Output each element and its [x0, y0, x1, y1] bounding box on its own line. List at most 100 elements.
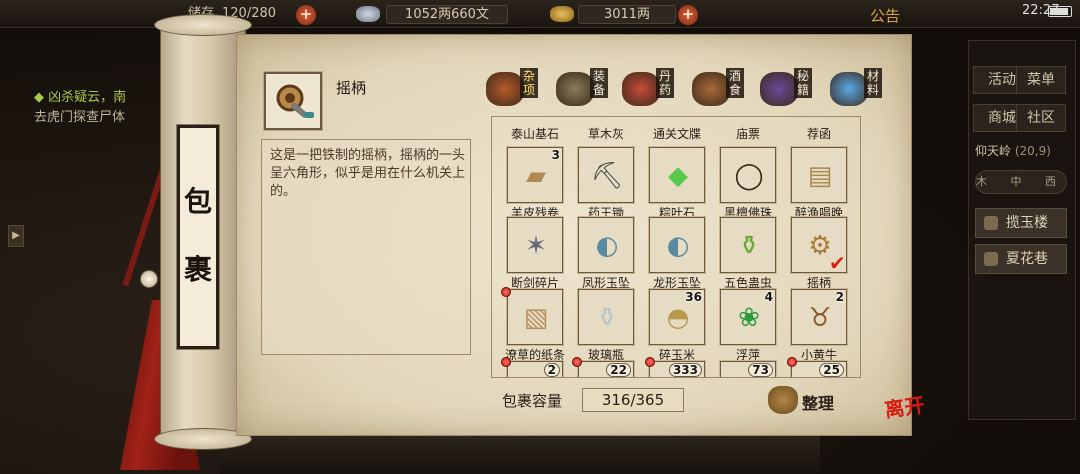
- category-label: 丹药: [656, 68, 674, 98]
- item-count: 3: [551, 148, 560, 162]
- new-item-dot: [787, 357, 797, 367]
- item-count: 22: [606, 363, 631, 377]
- new-item-dot: [501, 357, 511, 367]
- item-count: 73: [748, 363, 773, 377]
- item-slot[interactable]: ▤: [790, 146, 848, 204]
- scroll-roller-top: [154, 14, 252, 36]
- item-grid[interactable]: 泰山基石 草木灰 通关文牒 庙票 荐函 ▰ 3 羊皮残卷 ⛏ 药王锄 ◆ 粽叶石 ◯ 黑檀佛珠 ▤ 醉渔唱晚 ✶…: [491, 116, 861, 378]
- item-slot[interactable]: ⛏: [577, 146, 635, 204]
- place-button-2[interactable]: 夏花巷: [975, 244, 1067, 274]
- leave-button[interactable]: 离开: [883, 392, 932, 441]
- inventory-title-tag: 包 裹: [176, 124, 220, 350]
- gold-amount: 3011两: [578, 5, 676, 24]
- bead: [140, 270, 158, 288]
- quest-tracker[interactable]: ◆ 凶杀疑云，南 去虎门探查尸体: [34, 88, 126, 128]
- silver-amount: 1052两660文: [386, 5, 508, 24]
- item-slot[interactable]: 2: [506, 360, 564, 377]
- selected-item-portrait: [263, 71, 323, 131]
- leave-label: 离开: [883, 392, 926, 423]
- new-item-dot: [572, 357, 582, 367]
- battery-icon: [1048, 6, 1072, 17]
- category-tab-2[interactable]: 装备: [556, 68, 624, 110]
- weapon-icon: [556, 72, 594, 106]
- beads-icon: ◯: [734, 161, 764, 191]
- item-slot[interactable]: ◓ 36: [648, 288, 706, 346]
- paper-icon: ▧: [523, 303, 549, 333]
- jade-pendant-icon: ◐: [666, 231, 690, 261]
- item-slot[interactable]: ◆: [648, 146, 706, 204]
- sort-button[interactable]: 整理: [802, 390, 834, 414]
- category-label: 材料: [864, 68, 882, 98]
- new-item-dot: [501, 287, 511, 297]
- shards-icon: ✶: [525, 231, 547, 261]
- item-slot[interactable]: 73: [719, 360, 777, 377]
- item-slot[interactable]: ◐: [577, 216, 635, 274]
- category-label: 杂项: [520, 68, 538, 98]
- item-slot[interactable]: ▧: [506, 288, 564, 346]
- item-slot[interactable]: ◐: [648, 216, 706, 274]
- location-name: 仰天岭: [975, 144, 1012, 158]
- item-slot[interactable]: ⚱: [577, 288, 635, 346]
- storage-add-button[interactable]: +: [296, 5, 316, 25]
- silver-icon: [356, 6, 380, 22]
- pills-icon: [622, 72, 660, 106]
- capacity-value: 316/365: [582, 388, 684, 412]
- green-stone-icon: ◆: [668, 161, 688, 191]
- category-label: 酒食: [726, 68, 744, 98]
- item-slot[interactable]: ♉ 2: [790, 288, 848, 346]
- crystal-icon: [830, 72, 868, 106]
- item-slot[interactable]: 25: [790, 360, 848, 377]
- notice-button[interactable]: 公告: [870, 5, 900, 26]
- jade-pendant-icon: ◐: [595, 231, 619, 261]
- quest-title: ◆ 凶杀疑云，南: [34, 90, 127, 105]
- expand-arrow-icon[interactable]: ▶: [8, 225, 24, 247]
- place-label: 揽玉楼: [1006, 215, 1048, 231]
- item-slot[interactable]: ❀ 4: [719, 288, 777, 346]
- item-slot[interactable]: 333: [648, 360, 706, 377]
- item-slot[interactable]: ✶: [506, 216, 564, 274]
- item-slot[interactable]: ⚱: [719, 216, 777, 274]
- title-char-1: 包: [183, 185, 212, 218]
- quest-detail: 去虎门探查尸体: [34, 110, 126, 125]
- item-count: 2: [543, 363, 560, 377]
- item-slot[interactable]: 22: [577, 360, 635, 377]
- gold-add-button[interactable]: +: [678, 5, 698, 25]
- category-tab-4[interactable]: 酒食: [692, 68, 760, 110]
- bottle-icon: ⚱: [738, 231, 760, 261]
- wine-food-icon: [692, 72, 730, 106]
- item-count: 2: [835, 290, 844, 304]
- community-button[interactable]: 社区: [1016, 104, 1066, 132]
- location-coord: (20,9): [1014, 144, 1051, 158]
- bottom-menu-bar: [220, 436, 820, 474]
- place-button-1[interactable]: 揽玉楼: [975, 208, 1067, 238]
- item-count: 36: [685, 290, 702, 304]
- crank-icon: [276, 84, 314, 118]
- item-name: 庙票: [735, 127, 760, 141]
- category-tab-5[interactable]: 秘籍: [760, 68, 828, 110]
- house-icon: [984, 216, 998, 230]
- bag-icon[interactable]: [768, 386, 798, 414]
- view-tabs[interactable]: 木 中 西: [975, 170, 1067, 194]
- hoe-icon: ⛏: [590, 161, 624, 191]
- place-label: 夏花巷: [1006, 251, 1048, 267]
- selected-item-description: 这是一把铁制的摇柄，摇柄的一头呈六角形，似乎是用在什么机关上的。: [270, 148, 466, 199]
- category-tab-3[interactable]: 丹药: [622, 68, 690, 110]
- glass-bottle-icon: ⚱: [596, 303, 618, 333]
- location-display: 仰天岭 (20,9): [975, 142, 1067, 159]
- category-tab-6[interactable]: 材料: [830, 68, 898, 110]
- checkmark-icon: ✔: [829, 251, 846, 275]
- item-slot[interactable]: ◯: [719, 146, 777, 204]
- jar-icon: [486, 72, 524, 106]
- item-count: 333: [668, 363, 702, 377]
- selected-item-name: 摇柄: [336, 79, 367, 97]
- category-tab-1[interactable]: 杂项: [486, 68, 554, 110]
- new-item-dot: [645, 357, 655, 367]
- category-label: 装备: [590, 68, 608, 98]
- category-label: 秘籍: [794, 68, 812, 98]
- item-name: 通关文牒: [652, 127, 701, 141]
- item-slot[interactable]: ▰ 3: [506, 146, 564, 204]
- gold-icon: [550, 6, 574, 22]
- book-icon: ▤: [807, 161, 833, 191]
- menu-button[interactable]: 菜单: [1016, 66, 1066, 94]
- item-name: 荐函: [806, 127, 831, 141]
